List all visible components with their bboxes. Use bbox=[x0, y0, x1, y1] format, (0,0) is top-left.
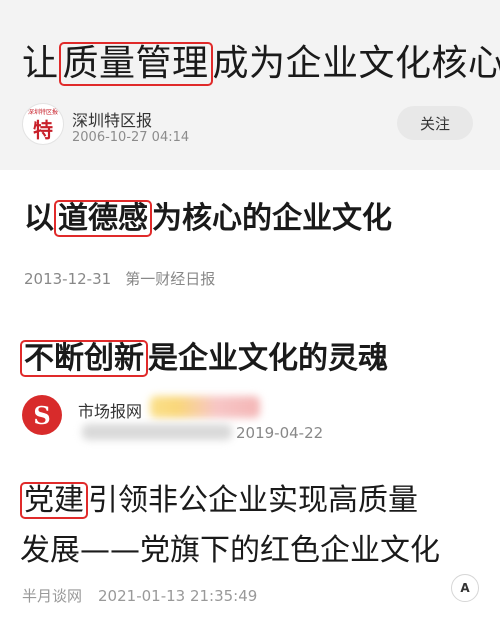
source-name[interactable]: 市场报网 bbox=[78, 398, 142, 422]
source-logo[interactable]: S bbox=[22, 395, 62, 435]
highlight-box: 道德感 bbox=[54, 200, 152, 237]
source-avatar[interactable]: 深圳特区报 特 bbox=[22, 103, 64, 145]
highlight-box: 质量管理 bbox=[58, 42, 213, 86]
source-name: 半月谈网 bbox=[22, 587, 83, 605]
title-suffix: 引领非公企业实现高质量 bbox=[88, 483, 418, 518]
publish-date: 2019-04-22 bbox=[236, 424, 324, 442]
article-meta: 2013-12-31 第一财经日报 bbox=[24, 268, 215, 289]
highlight-box: 不断创新 bbox=[20, 340, 148, 377]
title-prefix: 让 bbox=[22, 43, 59, 84]
article-meta: 半月谈网 2021-01-13 21:35:49 bbox=[22, 585, 257, 606]
title-suffix: 成为企业文化核心 bbox=[212, 43, 500, 84]
publish-date: 2013-12-31 bbox=[24, 270, 112, 288]
source-name[interactable]: 深圳特区报 bbox=[72, 107, 152, 131]
source-name: 第一财经日报 bbox=[125, 270, 216, 288]
title-line-1: 党建 引领非公企业实现高质量 bbox=[20, 476, 490, 526]
article-card-1[interactable]: 让质量管理 成为企业文化核心 深圳特区报 特 深圳特区报 2006-10-27 0… bbox=[0, 0, 500, 170]
title-prefix: 以 bbox=[24, 201, 54, 236]
publish-time: 2006-10-27 04:14 bbox=[72, 130, 190, 145]
blurred-redaction bbox=[82, 424, 232, 440]
font-size-icon[interactable]: A bbox=[451, 574, 479, 602]
avatar-logo-char: 特 bbox=[33, 118, 53, 142]
follow-button[interactable]: 关注 bbox=[397, 106, 473, 140]
publish-time: 2021-01-13 21:35:49 bbox=[98, 587, 258, 605]
title-line-2: 发展——党旗下的红色企业文化 bbox=[20, 533, 440, 568]
article-title[interactable]: 党建 引领非公企业实现高质量 发展——党旗下的红色企业文化 bbox=[20, 476, 490, 576]
article-title[interactable]: 不断创新 是企业文化的灵魂 bbox=[20, 333, 388, 377]
title-suffix: 是企业文化的灵魂 bbox=[148, 341, 388, 376]
blurred-redaction bbox=[150, 396, 260, 418]
highlight-box: 党建 bbox=[20, 482, 88, 519]
article-title[interactable]: 让质量管理 成为企业文化核心 bbox=[22, 34, 500, 86]
title-suffix: 为核心的企业文化 bbox=[152, 201, 392, 236]
article-title[interactable]: 以道德感 为核心的企业文化 bbox=[24, 193, 392, 237]
